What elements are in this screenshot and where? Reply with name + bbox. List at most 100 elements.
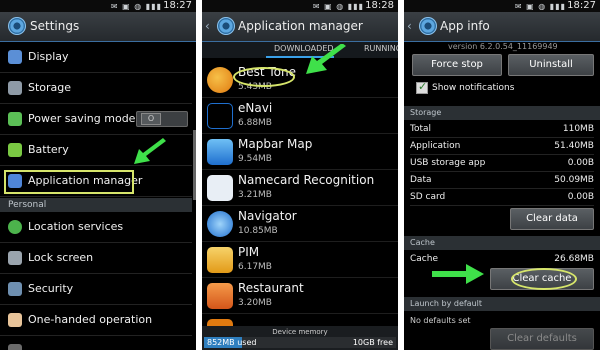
location-icon <box>8 220 22 234</box>
uninstall-button[interactable]: Uninstall <box>508 54 594 76</box>
device-memory-bar: Device memory 852MB used 10GB free <box>202 326 398 350</box>
page-title: Application manager <box>238 19 363 33</box>
settings-gear-icon <box>8 17 26 35</box>
namecard-icon <box>207 175 233 201</box>
app-name: Mapbar Map <box>238 137 313 151</box>
storage-key: Data <box>410 175 432 185</box>
storage-header: Storage <box>404 106 600 120</box>
storage-key: SD card <box>410 192 446 202</box>
memory-free-label: 10GB free <box>352 338 393 347</box>
settings-item-lock-screen[interactable]: Lock screen <box>0 243 192 274</box>
storage-row: Application 51.40MB <box>410 139 594 155</box>
storage-key: USB storage app <box>410 158 486 168</box>
app-size: 9.54MB <box>238 154 272 164</box>
settings-item-label: Power saving mode <box>28 112 136 125</box>
power-saving-icon <box>8 112 22 126</box>
app-row-pim[interactable]: PIM 6.17MB <box>202 242 398 278</box>
settings-item-label: Security <box>28 282 74 295</box>
settings-gear-icon <box>217 17 235 35</box>
force-stop-button[interactable]: Force stop <box>412 54 502 76</box>
action-bar: ‹ Application manager <box>202 12 398 42</box>
status-bar: ✉ ▣ ◍ ▮▮▮ 18:27 <box>404 0 600 12</box>
settings-item-label: Lock screen <box>28 251 94 264</box>
page-title: Settings <box>30 19 80 33</box>
app-size: 3.21MB <box>238 190 272 200</box>
back-icon[interactable]: ‹ <box>407 19 412 33</box>
highlight-oval <box>233 67 295 87</box>
app-row-namecard[interactable]: Namecard Recognition 3.21MB <box>202 170 398 206</box>
status-icons: ✉ ▣ ◍ ▮▮▮ <box>514 2 566 11</box>
app-row-navigator[interactable]: Navigator 10.85MB <box>202 206 398 242</box>
launch-default-header: Launch by default <box>404 297 600 311</box>
settings-item-power-saving[interactable]: Power saving mode O <box>0 104 192 135</box>
app-info-panel: ✉ ▣ ◍ ▮▮▮ 18:27 ‹ App info version 6.2.0… <box>404 0 600 350</box>
app-row-best-tone[interactable]: Best Tone 5.43MB <box>202 62 398 98</box>
settings-item-location[interactable]: Location services <box>0 212 192 243</box>
app-row-restaurant[interactable]: Restaurant 3.20MB <box>202 278 398 314</box>
arrow-pointer-icon <box>306 44 346 74</box>
settings-item-security[interactable]: Security <box>0 274 192 305</box>
restaurant-icon <box>207 283 233 309</box>
settings-item-display[interactable]: Display <box>0 42 192 73</box>
settings-item-label: Battery <box>28 143 69 156</box>
app-size: 6.88MB <box>238 118 272 128</box>
app-name: Namecard Recognition <box>238 173 375 187</box>
app-row-enavi[interactable]: eNavi 6.88MB <box>202 98 398 134</box>
hand-icon <box>8 313 22 327</box>
storage-key: Total <box>410 124 432 134</box>
settings-item-one-handed[interactable]: One-handed operation <box>0 305 192 336</box>
storage-value: 110MB <box>562 124 594 134</box>
app-size: 10.85MB <box>238 226 278 236</box>
settings-item-label: Storage <box>28 81 72 94</box>
show-notifications-checkbox[interactable] <box>416 80 428 94</box>
storage-key: Application <box>410 141 461 151</box>
battery-icon <box>8 143 22 157</box>
storage-value: 0.00B <box>567 192 594 202</box>
page-title: App info <box>440 19 490 33</box>
storage-value: 0.00B <box>567 158 594 168</box>
app-version: version 6.2.0.54_11169949 <box>448 42 558 51</box>
pim-icon <box>207 247 233 273</box>
memory-usage-bar: 852MB used 10GB free <box>204 337 396 348</box>
toggle-knob: O <box>141 113 161 125</box>
settings-item-storage[interactable]: Storage <box>0 73 192 104</box>
settings-item-label: Display <box>28 50 69 63</box>
status-bar: ✉ ▣ ◍ ▮▮▮ 18:27 <box>0 0 196 12</box>
status-time: 18:28 <box>365 0 394 11</box>
status-time: 18:27 <box>163 0 192 11</box>
lock-icon <box>8 251 22 265</box>
action-bar: Settings <box>0 12 196 42</box>
app-row-mapbar[interactable]: Mapbar Map 9.54MB <box>202 134 398 170</box>
settings-item-label: One-handed operation <box>28 313 153 326</box>
enavi-icon <box>207 103 233 129</box>
navigator-icon <box>207 211 233 237</box>
app-name: Restaurant <box>238 281 304 295</box>
application-manager-panel: ✉ ▣ ◍ ▮▮▮ 18:28 ‹ Application manager DO… <box>202 0 398 350</box>
clear-defaults-button[interactable]: Clear defaults <box>490 328 594 350</box>
tab-running[interactable]: RUNNING <box>364 44 398 53</box>
app-size: 6.17MB <box>238 262 272 272</box>
app-name: eNavi <box>238 101 273 115</box>
app-size: 3.20MB <box>238 298 272 308</box>
storage-row: Data 50.09MB <box>410 173 594 189</box>
best-tone-icon <box>207 67 233 93</box>
mapbar-icon <box>207 139 233 165</box>
storage-value: 50.09MB <box>554 175 594 185</box>
arrow-pointer-icon <box>432 264 484 284</box>
memory-used-label: 852MB used <box>207 338 257 347</box>
clear-data-button[interactable]: Clear data <box>510 208 594 230</box>
show-notifications-label: Show notifications <box>432 83 515 93</box>
status-icons: ✉ ▣ ◍ ▮▮▮ <box>312 2 364 11</box>
more-icon <box>8 344 22 350</box>
highlight-oval <box>511 268 577 290</box>
status-icons: ✉ ▣ ◍ ▮▮▮ <box>110 2 162 11</box>
settings-gear-icon <box>419 17 437 35</box>
power-saving-toggle[interactable]: O <box>136 111 188 127</box>
back-icon[interactable]: ‹ <box>205 19 210 33</box>
settings-item-partial[interactable] <box>0 336 192 350</box>
scrollbar[interactable] <box>193 130 196 200</box>
security-icon <box>8 282 22 296</box>
section-header-personal: Personal <box>0 198 192 212</box>
cache-header: Cache <box>404 236 600 250</box>
no-defaults-label: No defaults set <box>410 316 471 325</box>
